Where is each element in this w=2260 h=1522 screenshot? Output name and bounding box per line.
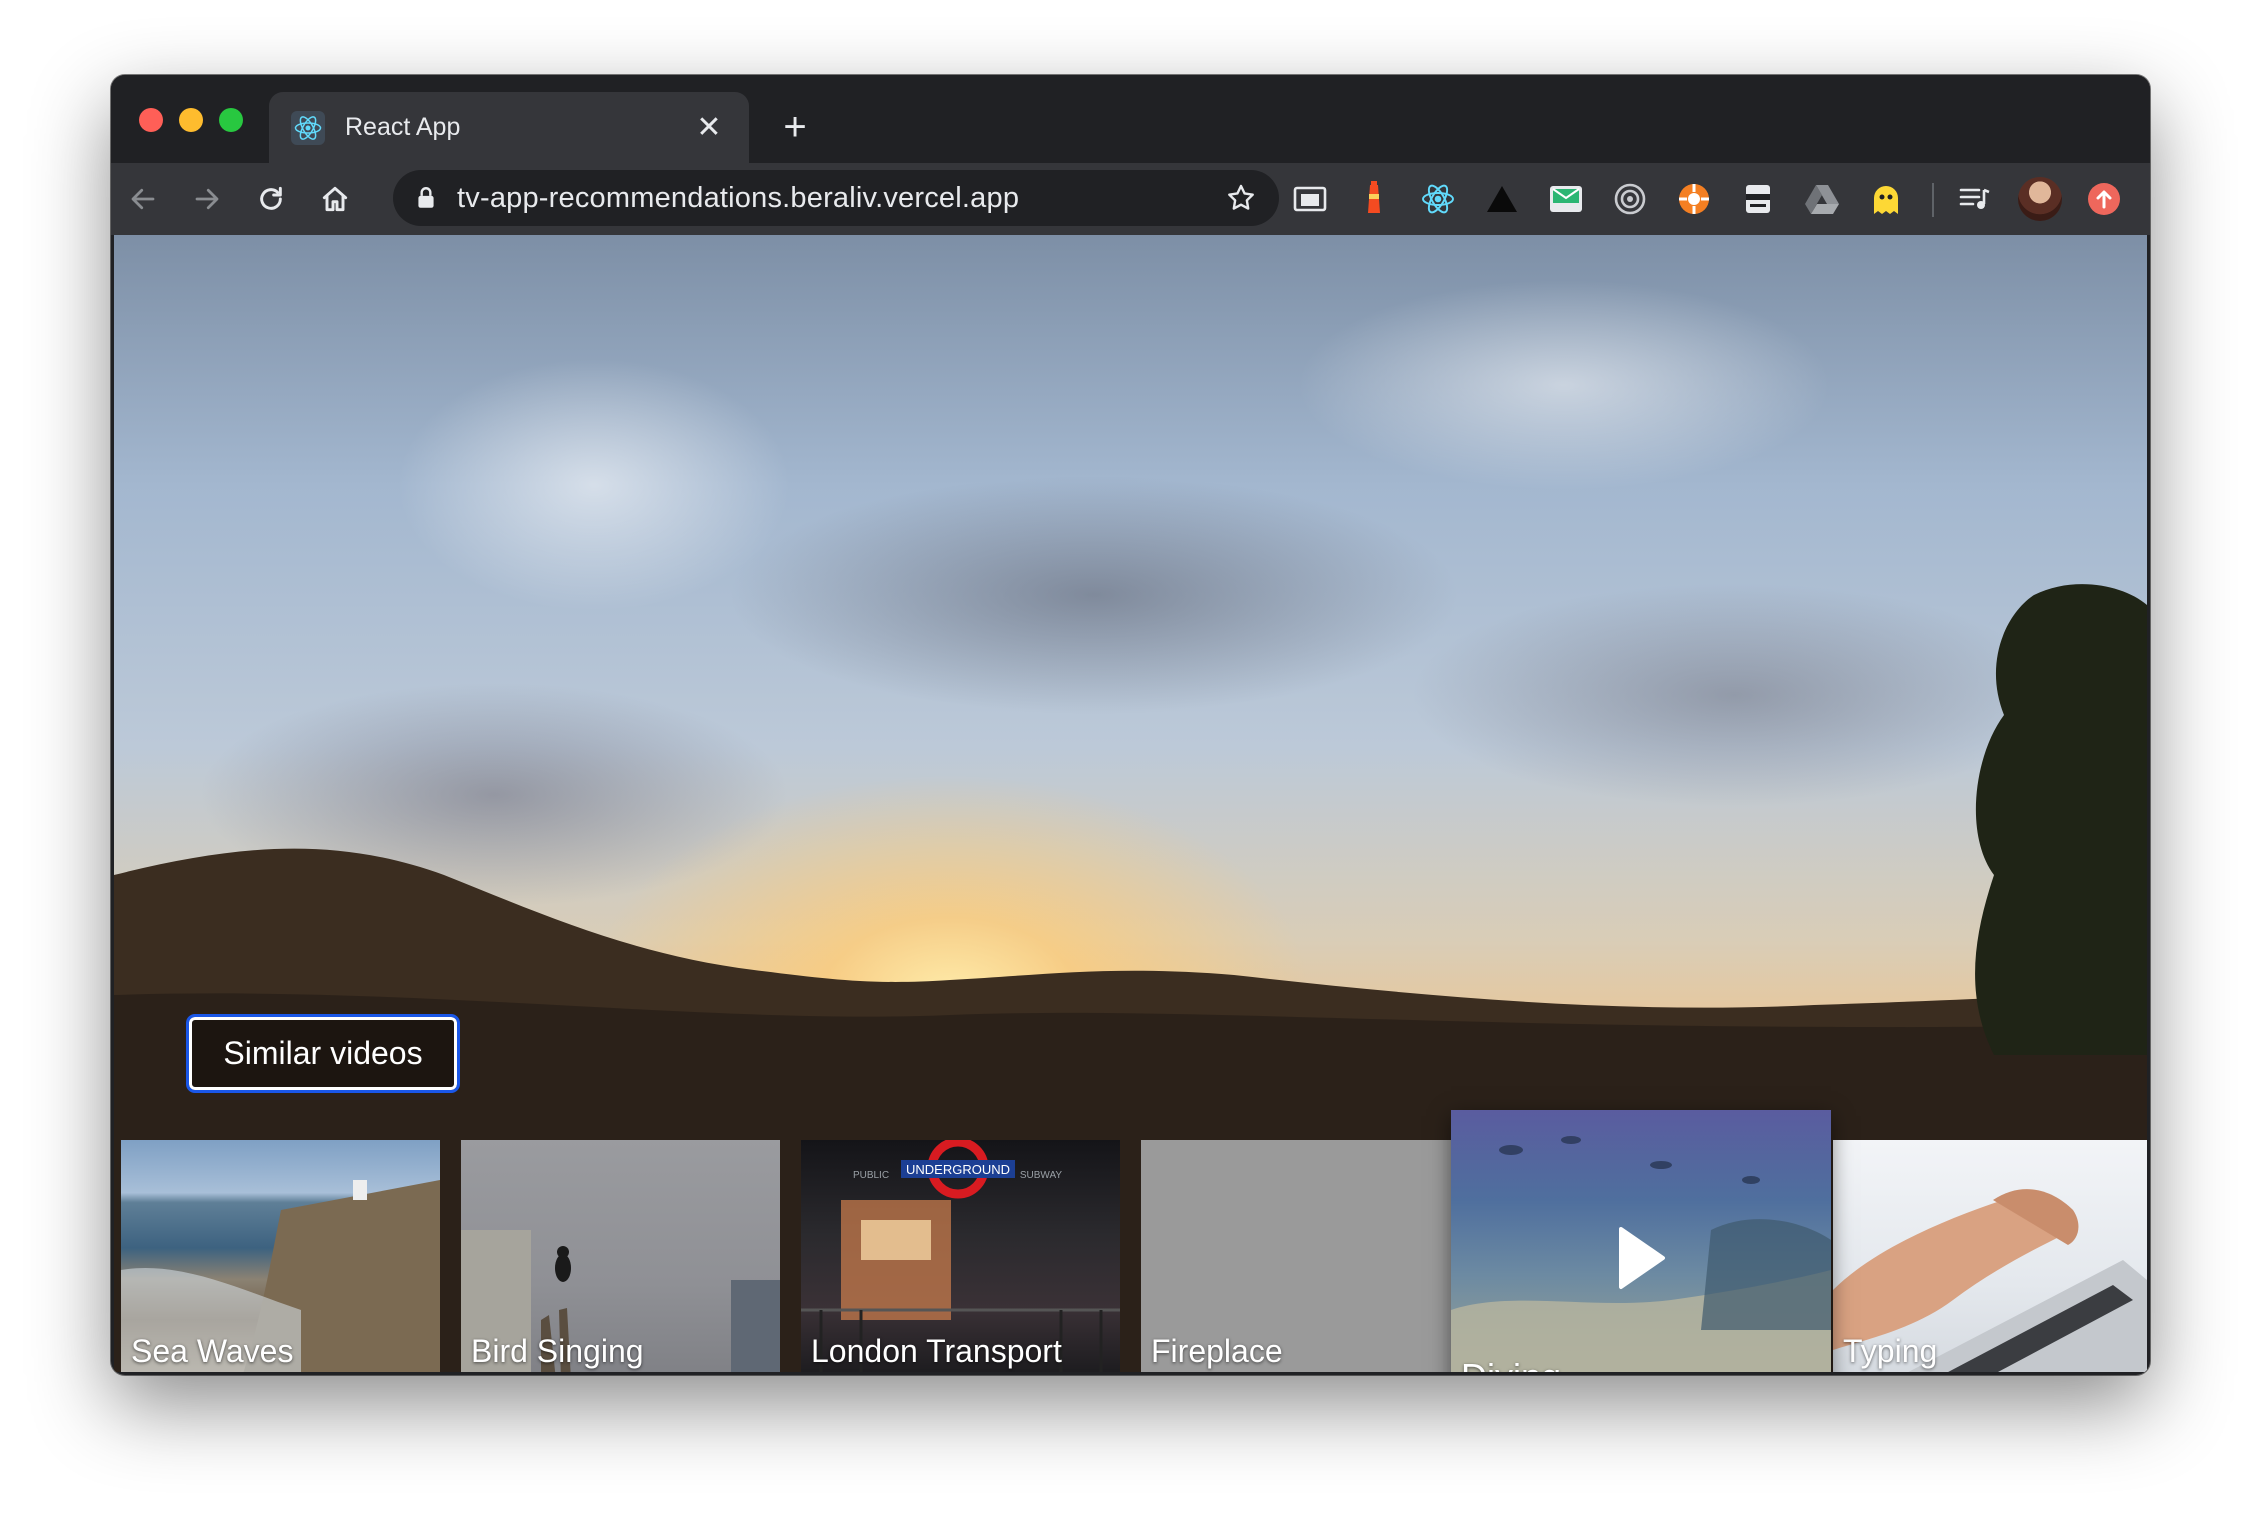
update-icon[interactable]: [2082, 177, 2126, 221]
video-card-london-transport[interactable]: UNDERGROUND PUBLIC SUBWAY London Transpo…: [801, 1140, 1120, 1372]
close-tab-icon[interactable]: ✕: [691, 110, 727, 146]
video-card-bird-singing[interactable]: Bird Singing: [461, 1140, 780, 1372]
lock-icon: [418, 187, 434, 208]
video-title: Typing: [1843, 1333, 1938, 1369]
video-title: Fireplace: [1151, 1333, 1283, 1369]
subway-sign: SUBWAY: [1020, 1170, 1063, 1181]
star-icon[interactable]: [1225, 182, 1257, 214]
close-window-button[interactable]: [139, 108, 163, 132]
media-controls-icon[interactable]: [1953, 177, 1997, 221]
profile-avatar[interactable]: [2018, 177, 2062, 221]
video-card-typing[interactable]: Typing: [1833, 1140, 2147, 1372]
title-bar: React App ✕ +: [111, 75, 2150, 163]
tab-title: React App: [345, 113, 461, 141]
temp-mail-icon[interactable]: [1544, 177, 1588, 221]
public-sign: PUBLIC: [853, 1170, 889, 1181]
play-icon[interactable]: [1617, 1225, 1667, 1291]
reload-icon[interactable]: [245, 173, 297, 225]
ghost-icon[interactable]: [1864, 177, 1908, 221]
vercel-icon[interactable]: [1480, 177, 1524, 221]
google-drive-icon[interactable]: [1800, 177, 1844, 221]
address-bar[interactable]: tv-app-recommendations.beraliv.vercel.ap…: [393, 170, 1279, 226]
target-icon[interactable]: [1608, 177, 1652, 221]
video-title: Diving: [1461, 1356, 1561, 1372]
url-text: tv-app-recommendations.beraliv.vercel.ap…: [457, 181, 1020, 214]
video-background[interactable]: Similar videos Sea Waves Bird Singing UN…: [114, 235, 2147, 1372]
picture-in-picture-icon[interactable]: [1288, 177, 1332, 221]
new-tab-button[interactable]: +: [771, 103, 819, 151]
react-devtools-icon[interactable]: [1416, 177, 1460, 221]
home-icon[interactable]: [309, 173, 361, 225]
video-title: London Transport: [811, 1333, 1062, 1369]
video-title: Bird Singing: [471, 1333, 644, 1369]
browser-window: React App ✕ + tv-app-recommendations.ber…: [111, 75, 2150, 1375]
lighthouse-icon[interactable]: [1352, 177, 1396, 221]
video-card-fireplace[interactable]: Fireplace: [1141, 1140, 1460, 1372]
react-icon: [291, 110, 325, 145]
video-title: Sea Waves: [131, 1333, 294, 1369]
back-icon[interactable]: [117, 173, 169, 225]
active-tab[interactable]: React App ✕: [269, 92, 749, 163]
maximize-window-button[interactable]: [219, 108, 243, 132]
lifebuoy-icon[interactable]: [1672, 177, 1716, 221]
toolbar-separator: [1932, 183, 1934, 217]
video-card-diving[interactable]: Diving: [1451, 1110, 1831, 1372]
video-card-sea-waves[interactable]: Sea Waves: [121, 1140, 440, 1372]
similar-videos-button[interactable]: Similar videos: [186, 1014, 460, 1093]
underground-sign: UNDERGROUND: [906, 1162, 1010, 1177]
browser-toolbar: tv-app-recommendations.beraliv.vercel.ap…: [111, 163, 2150, 235]
incognito-icon[interactable]: [1736, 177, 1780, 221]
minimize-window-button[interactable]: [179, 108, 203, 132]
forward-icon[interactable]: [181, 173, 233, 225]
